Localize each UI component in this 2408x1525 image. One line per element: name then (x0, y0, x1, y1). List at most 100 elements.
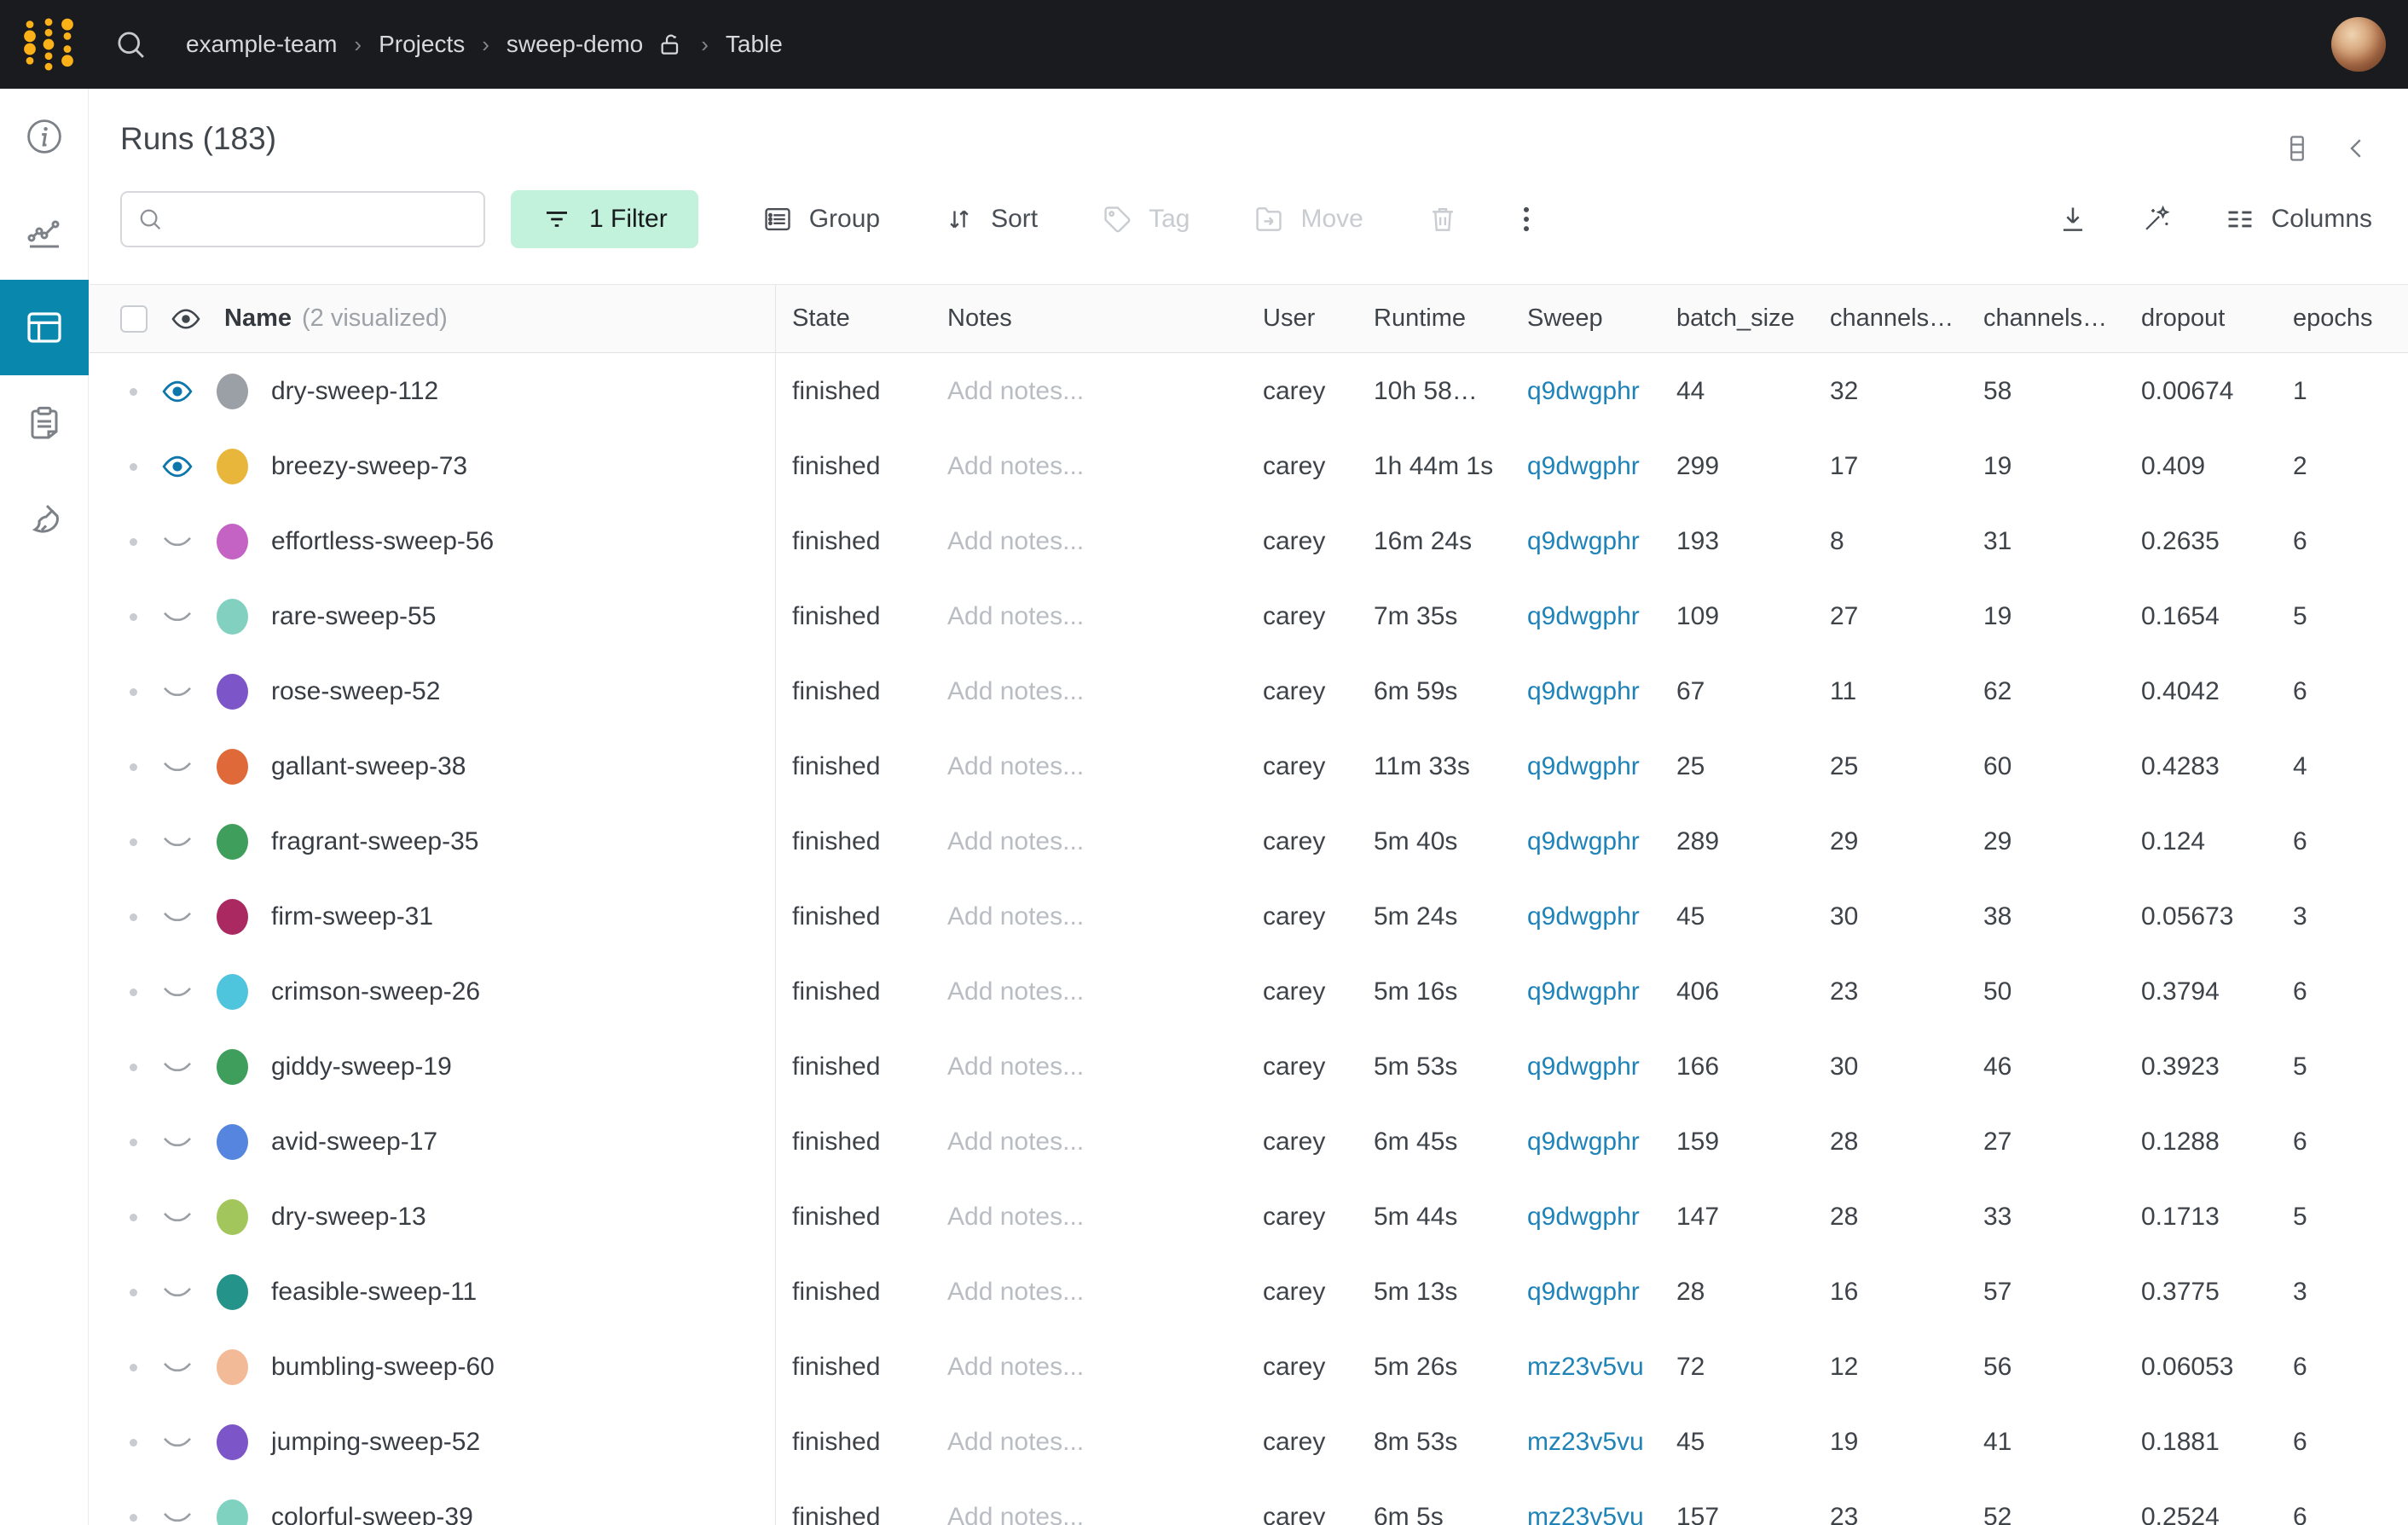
run-sweep-link[interactable]: mz23v5vu (1510, 1353, 1659, 1382)
run-notes-placeholder[interactable]: Add notes... (930, 1503, 1246, 1525)
drag-handle[interactable] (130, 989, 137, 996)
run-notes-placeholder[interactable]: Add notes... (930, 827, 1246, 856)
table-row[interactable]: crimson-sweep-26 finished Add notes... c… (90, 954, 2408, 1029)
run-sweep-link[interactable]: q9dwgphr (1510, 527, 1659, 556)
drag-handle[interactable] (130, 838, 137, 846)
table-row[interactable]: dry-sweep-13 finished Add notes... carey… (90, 1180, 2408, 1255)
header-state[interactable]: State (775, 304, 930, 333)
sidebar-item-reports[interactable] (0, 375, 89, 471)
name-column-divider[interactable] (775, 284, 776, 1525)
table-row[interactable]: firm-sweep-31 finished Add notes... care… (90, 879, 2408, 954)
sidebar-item-overview[interactable] (0, 89, 89, 184)
drag-handle[interactable] (130, 913, 137, 921)
breadcrumb-projects[interactable]: Projects (379, 31, 465, 58)
run-name-link[interactable]: bumbling-sweep-60 (271, 1353, 495, 1382)
table-row[interactable]: feasible-sweep-11 finished Add notes... … (90, 1255, 2408, 1330)
table-row[interactable]: effortless-sweep-56 finished Add notes..… (90, 504, 2408, 579)
run-name-link[interactable]: avid-sweep-17 (271, 1128, 437, 1157)
run-sweep-link[interactable]: q9dwgphr (1510, 1128, 1659, 1157)
visibility-off-icon[interactable] (160, 1500, 194, 1525)
drag-handle[interactable] (130, 1139, 137, 1146)
run-name-link[interactable]: fragrant-sweep-35 (271, 827, 478, 856)
table-row[interactable]: dry-sweep-112 finished Add notes... care… (90, 354, 2408, 429)
visibility-off-icon[interactable] (160, 975, 194, 1009)
run-name-link[interactable]: crimson-sweep-26 (271, 977, 480, 1006)
header-dropout[interactable]: dropout (2124, 304, 2276, 333)
drag-handle[interactable] (130, 1439, 137, 1447)
export-button[interactable] (2057, 203, 2089, 235)
visibility-off-icon[interactable] (160, 1425, 194, 1459)
run-sweep-link[interactable]: q9dwgphr (1510, 752, 1659, 781)
visibility-off-icon[interactable] (160, 1275, 194, 1309)
run-name-link[interactable]: breezy-sweep-73 (271, 452, 467, 481)
run-name-link[interactable]: colorful-sweep-39 (271, 1503, 473, 1525)
breadcrumb-team[interactable]: example-team (186, 31, 337, 58)
run-sweep-link[interactable]: q9dwgphr (1510, 1203, 1659, 1232)
run-name-link[interactable]: rare-sweep-55 (271, 602, 436, 631)
drag-handle[interactable] (130, 1514, 137, 1522)
run-notes-placeholder[interactable]: Add notes... (930, 602, 1246, 631)
run-sweep-link[interactable]: q9dwgphr (1510, 677, 1659, 706)
sidebar-item-table[interactable] (0, 280, 89, 375)
visibility-off-icon[interactable] (160, 1200, 194, 1234)
header-epochs[interactable]: epochs (2276, 304, 2408, 333)
run-name-link[interactable]: dry-sweep-112 (271, 377, 438, 406)
magic-wand-button[interactable] (2140, 203, 2173, 235)
run-sweep-link[interactable]: q9dwgphr (1510, 977, 1659, 1006)
table-row[interactable]: giddy-sweep-19 finished Add notes... car… (90, 1029, 2408, 1105)
visibility-header-icon[interactable] (170, 303, 202, 335)
run-sweep-link[interactable]: mz23v5vu (1510, 1428, 1659, 1457)
sidebar-item-charts[interactable] (0, 184, 89, 280)
drag-handle[interactable] (130, 1214, 137, 1221)
drag-handle[interactable] (130, 688, 137, 696)
wandb-logo-icon[interactable] (20, 16, 77, 72)
header-notes[interactable]: Notes (930, 304, 1246, 333)
visibility-off-icon[interactable] (160, 1350, 194, 1384)
chevron-left-icon[interactable] (2341, 133, 2372, 164)
breadcrumb-project[interactable]: sweep-demo (506, 31, 643, 58)
split-panel-icon[interactable] (2282, 133, 2312, 164)
run-sweep-link[interactable]: q9dwgphr (1510, 452, 1659, 481)
table-row[interactable]: fragrant-sweep-35 finished Add notes... … (90, 804, 2408, 879)
drag-handle[interactable] (130, 613, 137, 621)
visibility-on-icon[interactable] (160, 374, 194, 409)
visibility-off-icon[interactable] (160, 1050, 194, 1084)
sort-button[interactable]: Sort (943, 203, 1038, 235)
run-name-link[interactable]: firm-sweep-31 (271, 902, 433, 931)
header-channels-2[interactable]: channels… (1966, 304, 2124, 333)
drag-handle[interactable] (130, 1364, 137, 1371)
run-notes-placeholder[interactable]: Add notes... (930, 1052, 1246, 1081)
run-notes-placeholder[interactable]: Add notes... (930, 1278, 1246, 1307)
visibility-off-icon[interactable] (160, 1125, 194, 1159)
move-button[interactable]: Move (1253, 203, 1363, 235)
user-avatar[interactable] (2331, 17, 2386, 72)
group-button[interactable]: Group (761, 203, 880, 235)
run-notes-placeholder[interactable]: Add notes... (930, 977, 1246, 1006)
run-name-link[interactable]: effortless-sweep-56 (271, 527, 494, 556)
visibility-off-icon[interactable] (160, 825, 194, 859)
header-runtime[interactable]: Runtime (1357, 304, 1510, 333)
run-sweep-link[interactable]: q9dwgphr (1510, 1052, 1659, 1081)
visibility-off-icon[interactable] (160, 600, 194, 634)
header-sweep[interactable]: Sweep (1510, 304, 1659, 333)
drag-handle[interactable] (130, 763, 137, 771)
drag-handle[interactable] (130, 388, 137, 396)
header-user[interactable]: User (1246, 304, 1357, 333)
visibility-off-icon[interactable] (160, 675, 194, 709)
search-icon[interactable] (113, 26, 148, 62)
tag-button[interactable]: Tag (1101, 203, 1190, 235)
breadcrumb-page[interactable]: Table (726, 31, 783, 58)
run-sweep-link[interactable]: q9dwgphr (1510, 1278, 1659, 1307)
drag-handle[interactable] (130, 463, 137, 471)
visibility-off-icon[interactable] (160, 750, 194, 784)
run-name-link[interactable]: jumping-sweep-52 (271, 1428, 480, 1457)
delete-button[interactable] (1427, 203, 1459, 235)
table-row[interactable]: breezy-sweep-73 finished Add notes... ca… (90, 429, 2408, 504)
run-sweep-link[interactable]: q9dwgphr (1510, 827, 1659, 856)
run-notes-placeholder[interactable]: Add notes... (930, 902, 1246, 931)
header-name-label[interactable]: Name (224, 304, 292, 333)
columns-button[interactable]: Columns (2224, 203, 2372, 235)
run-notes-placeholder[interactable]: Add notes... (930, 1128, 1246, 1157)
table-row[interactable]: bumbling-sweep-60 finished Add notes... … (90, 1330, 2408, 1405)
table-row[interactable]: gallant-sweep-38 finished Add notes... c… (90, 729, 2408, 804)
